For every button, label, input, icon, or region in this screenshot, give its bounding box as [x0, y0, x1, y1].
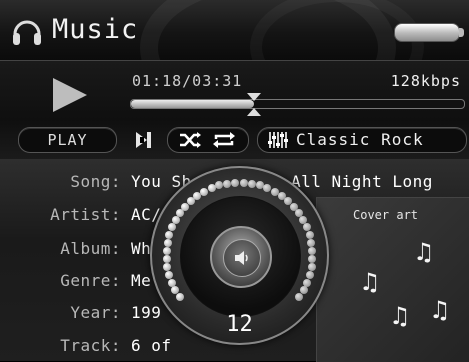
- cover-art-label: Cover art: [353, 208, 419, 222]
- volume-level-dot: [308, 255, 317, 264]
- info-label: Artist:: [50, 205, 121, 224]
- play-mode-group: [167, 127, 249, 153]
- volume-level-dot: [223, 179, 232, 188]
- info-label: Genre:: [60, 271, 121, 290]
- cover-art: Cover art ♫ ♫ ♫ ♫: [316, 197, 469, 362]
- app-title: Music: [52, 14, 139, 45]
- volume-level-dot: [295, 293, 304, 302]
- equalizer-button[interactable]: Classic Rock: [257, 127, 467, 153]
- info-value: Wh: [131, 239, 152, 258]
- info-value: Me: [131, 271, 152, 290]
- seek-handle[interactable]: [247, 93, 262, 101]
- volume-level-dot: [168, 223, 177, 232]
- volume-level-dot: [163, 238, 172, 247]
- info-label: Album:: [60, 239, 121, 258]
- speaker-icon: [235, 251, 248, 265]
- info-label: Song:: [70, 172, 121, 191]
- equalizer-preset-label: Classic Rock: [296, 130, 424, 149]
- info-label: Year:: [70, 303, 121, 322]
- volume-value: 12: [226, 312, 253, 337]
- volume-level-dot: [307, 263, 316, 272]
- volume-knob-cap: [223, 239, 261, 277]
- volume-level-dot: [162, 255, 171, 264]
- volume-level-dot: [305, 231, 314, 240]
- seek-bar-fill: [131, 100, 255, 108]
- volume-level-dot: [215, 181, 224, 190]
- bitrate-display: 128kbps: [390, 72, 461, 90]
- info-label: Track:: [60, 336, 121, 355]
- volume-level-dot: [167, 279, 176, 288]
- volume-dial[interactable]: 12: [150, 166, 329, 361]
- battery-icon: [394, 23, 464, 42]
- music-note-icon: ♫: [429, 296, 451, 324]
- repeat-icon[interactable]: [212, 131, 236, 149]
- volume-level-dot: [171, 215, 180, 224]
- seek-handle[interactable]: [247, 108, 262, 116]
- volume-level-dot: [200, 187, 209, 196]
- time-display: 01:18/03:31: [132, 72, 243, 90]
- app-header: Music: [0, 0, 469, 61]
- volume-level-dot: [162, 247, 171, 256]
- volume-level-dot: [231, 178, 240, 187]
- play-button[interactable]: PLAY: [18, 127, 117, 153]
- volume-level-dot: [239, 178, 248, 187]
- volume-level-dot: [247, 179, 256, 188]
- volume-level-dot: [163, 263, 172, 272]
- play-icon[interactable]: [53, 78, 87, 112]
- volume-level-dot: [308, 247, 317, 256]
- equalizer-icon: [268, 132, 288, 148]
- music-note-icon: ♫: [359, 268, 381, 296]
- volume-level-dot: [307, 238, 316, 247]
- music-note-icon: ♫: [413, 238, 435, 266]
- seek-bar[interactable]: [130, 93, 465, 116]
- shuffle-icon[interactable]: [178, 131, 202, 149]
- volume-level-dot: [165, 231, 174, 240]
- music-note-icon: ♫: [389, 302, 411, 330]
- volume-knob[interactable]: [210, 226, 272, 288]
- headphones-icon: [13, 20, 41, 45]
- volume-level-dot: [175, 293, 184, 302]
- volume-dial-ring[interactable]: 12: [150, 166, 329, 345]
- next-track-icon[interactable]: [135, 131, 155, 149]
